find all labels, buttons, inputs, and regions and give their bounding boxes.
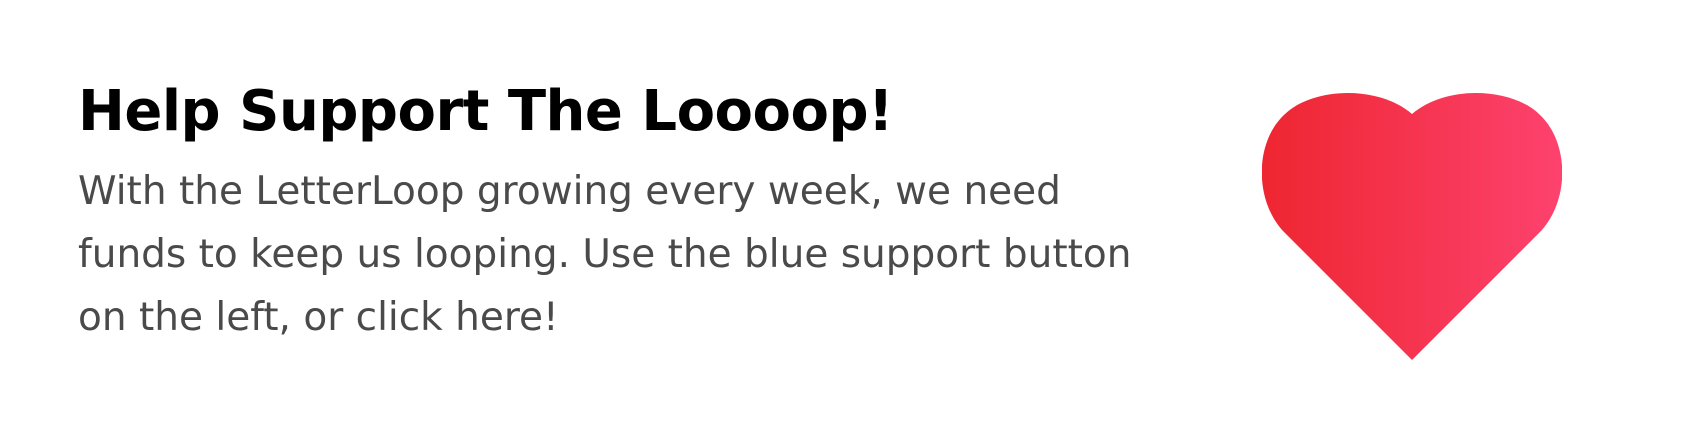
support-banner[interactable]: Help Support The Loooop! With the Letter… bbox=[0, 0, 1700, 433]
support-description[interactable]: With the LetterLoop growing every week, … bbox=[78, 160, 1148, 349]
support-text-block: Help Support The Loooop! With the Letter… bbox=[78, 76, 1158, 349]
support-title: Help Support The Loooop! bbox=[78, 79, 894, 144]
heart-icon[interactable] bbox=[1262, 92, 1562, 362]
